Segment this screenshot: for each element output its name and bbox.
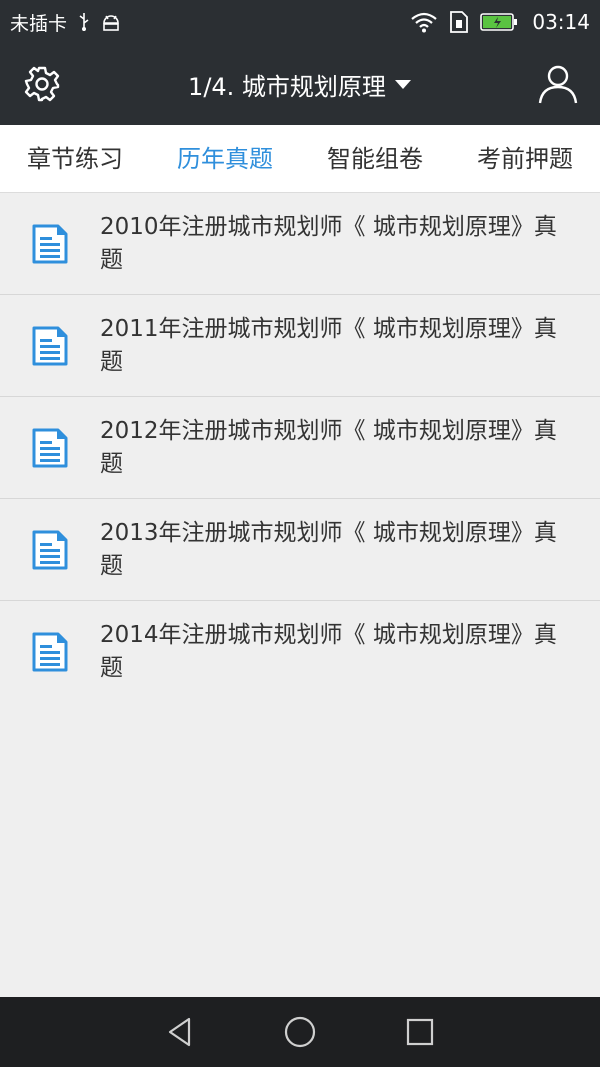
wifi-icon: [410, 11, 438, 33]
home-icon[interactable]: [275, 1007, 325, 1057]
list-item-title: 2014年注册城市规划师《 城市规划原理》真题: [100, 622, 557, 681]
list-item[interactable]: 2014年注册城市规划师《 城市规划原理》真题: [0, 601, 600, 703]
back-icon[interactable]: [155, 1007, 205, 1057]
usb-icon: [77, 12, 91, 32]
document-icon: [32, 428, 68, 467]
app-header: 1/4. 城市规划原理: [0, 44, 600, 125]
exam-list: 2010年注册城市规划师《 城市规划原理》真题 2011年注册城市规划师《 城市…: [0, 193, 600, 703]
battery-icon: [480, 12, 518, 32]
sim-icon: [448, 10, 470, 34]
status-bar-left: 未插卡: [10, 9, 121, 36]
list-item[interactable]: 2013年注册城市规划师《 城市规划原理》真题: [0, 499, 600, 601]
list-item-title: 2011年注册城市规划师《 城市规划原理》真题: [100, 315, 557, 375]
android-debug-icon: [101, 13, 121, 31]
status-bar-right: 03:14: [410, 10, 590, 34]
tab-pre-exam-predictions[interactable]: 考前押题: [450, 125, 600, 193]
document-icon: [32, 530, 68, 569]
list-item-title: 2013年注册城市规划师《 城市规划原理》真题: [100, 519, 557, 579]
list-item-title: 2012年注册城市规划师《 城市规划原理》真题: [100, 417, 557, 477]
system-nav-bar: [0, 997, 600, 1067]
gear-icon[interactable]: [22, 64, 62, 104]
list-item[interactable]: 2010年注册城市规划师《 城市规划原理》真题: [0, 193, 600, 295]
list-item-title: 2010年注册城市规划师《 城市规划原理》真题: [100, 213, 557, 273]
carrier-text: 未插卡: [10, 12, 68, 35]
document-icon: [32, 632, 68, 672]
status-bar: 未插卡 03:14: [0, 0, 600, 44]
tab-chapter-practice[interactable]: 章节练习: [0, 125, 150, 193]
chevron-down-icon: [394, 75, 412, 94]
page-title: 1/4. 城市规划原理: [188, 73, 386, 101]
document-icon: [32, 326, 68, 365]
list-item[interactable]: 2012年注册城市规划师《 城市规划原理》真题: [0, 397, 600, 499]
subject-selector[interactable]: 1/4. 城市规划原理: [120, 44, 480, 125]
recents-icon[interactable]: [395, 1007, 445, 1057]
tab-smart-paper[interactable]: 智能组卷: [300, 125, 450, 193]
document-icon: [32, 224, 68, 263]
list-item[interactable]: 2011年注册城市规划师《 城市规划原理》真题: [0, 295, 600, 397]
tab-past-exams[interactable]: 历年真题: [150, 125, 300, 193]
user-icon[interactable]: [536, 62, 580, 106]
clock: 03:14: [532, 10, 590, 34]
tab-bar: 章节练习 历年真题 智能组卷 考前押题: [0, 125, 600, 193]
